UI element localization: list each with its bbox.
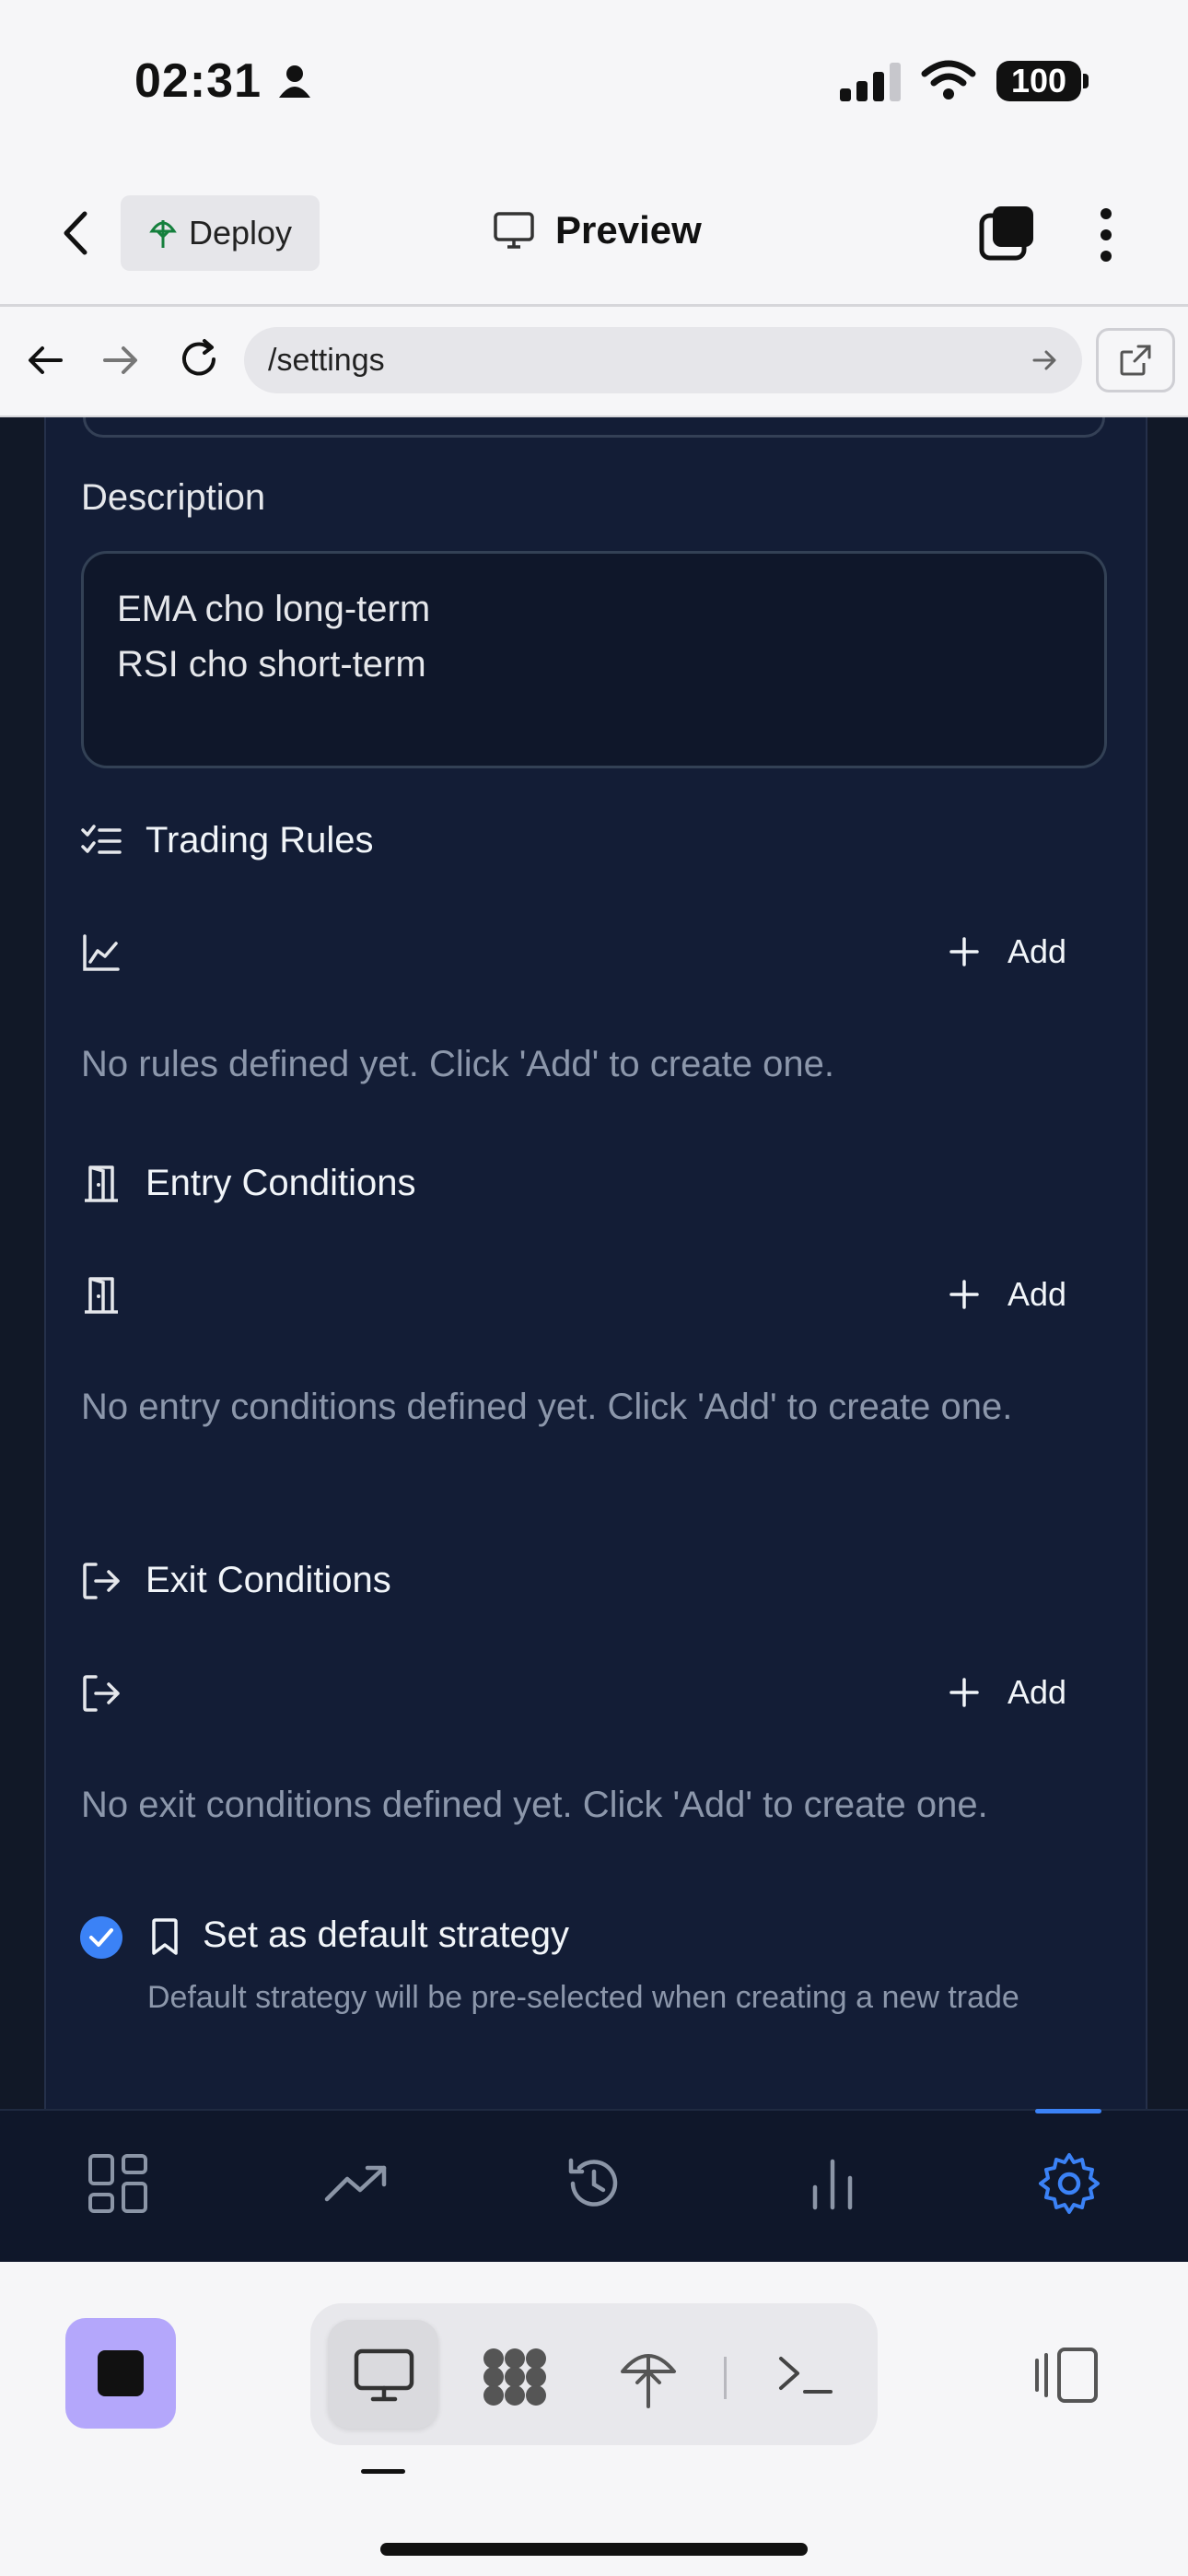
default-strategy-checkbox[interactable] [80, 1916, 122, 1959]
monitor-icon [494, 212, 534, 249]
deploy-label: Deploy [189, 214, 293, 252]
preview-title: Preview [493, 208, 702, 252]
log-out-icon [83, 1562, 120, 1599]
default-strategy-hint: Default strategy will be pre-selected wh… [147, 1980, 1019, 2015]
door-open-icon [85, 1165, 118, 1202]
url-input[interactable]: /settings [244, 327, 1082, 393]
url-text: /settings [268, 342, 385, 378]
add-rule-button[interactable]: Add [949, 932, 1066, 971]
trading-rules-title: Trading Rules [146, 820, 374, 861]
dashboard-icon [88, 2154, 147, 2213]
add-entry-condition-button[interactable]: Add [949, 1275, 1066, 1314]
default-strategy-label[interactable]: Set as default strategy [203, 1914, 569, 1956]
door-open-icon [85, 1277, 118, 1314]
bar-chart-icon [812, 2159, 853, 2210]
stop-icon [98, 2350, 144, 2396]
plus-icon [949, 1678, 979, 1707]
reload-icon[interactable] [177, 337, 221, 381]
battery-nub [1083, 74, 1089, 88]
add-entry-label: Add [1007, 1275, 1067, 1313]
add-rule-label: Add [1007, 932, 1067, 970]
nav-back-icon[interactable] [26, 341, 64, 380]
exit-conditions-title: Exit Conditions [146, 1560, 391, 1600]
desktop-preview-icon[interactable] [353, 2348, 415, 2403]
device-toggle-icon[interactable] [1031, 2346, 1100, 2405]
exit-conditions-heading: Exit Conditions [81, 1560, 391, 1601]
go-arrow-icon[interactable] [1031, 346, 1059, 374]
deploy-button[interactable]: Deploy [121, 195, 320, 271]
description-textarea[interactable]: EMA cho long-term RSI cho short-term [81, 551, 1107, 768]
stop-button[interactable] [65, 2318, 176, 2429]
check-icon [89, 1928, 113, 1947]
battery-indicator: 100 [996, 61, 1081, 101]
trends-tab[interactable] [320, 2147, 393, 2220]
add-exit-label: Add [1007, 1673, 1067, 1711]
tabs-switcher-icon[interactable] [978, 205, 1037, 263]
history-icon [568, 2158, 618, 2207]
terminal-icon[interactable] [777, 2353, 834, 2395]
nav-forward-icon[interactable] [101, 341, 140, 380]
deploy-tool-icon[interactable] [619, 2346, 678, 2410]
active-tab-indicator [1035, 2109, 1101, 2113]
trading-rules-heading: Trading Rules [81, 820, 374, 861]
entry-empty-text: No entry conditions defined yet. Click '… [81, 1387, 1013, 1427]
wifi-icon [921, 60, 976, 100]
plus-icon [949, 1280, 979, 1309]
description-label: Description [81, 477, 266, 518]
entry-conditions-title: Entry Conditions [146, 1163, 416, 1203]
line-chart-icon [83, 934, 120, 971]
active-mode-underline [361, 2469, 405, 2474]
bookmark-icon [152, 1918, 178, 1955]
person-icon [279, 65, 310, 98]
dashboard-tab[interactable] [81, 2147, 155, 2220]
entry-conditions-heading: Entry Conditions [81, 1163, 415, 1204]
log-out-icon [83, 1675, 120, 1712]
previous-field[interactable] [83, 417, 1105, 438]
back-chevron-icon[interactable] [59, 210, 96, 256]
rules-empty-text: No rules defined yet. Click 'Add' to cre… [81, 1044, 834, 1084]
plus-icon [949, 937, 979, 966]
signal-icon [840, 63, 901, 101]
add-exit-condition-button[interactable]: Add [949, 1673, 1066, 1712]
settings-icon [1039, 2153, 1100, 2214]
deploy-icon [149, 220, 177, 248]
status-time: 02:31 [134, 54, 262, 108]
home-indicator [380, 2543, 808, 2556]
exit-empty-text: No exit conditions defined yet. Click 'A… [81, 1785, 988, 1825]
open-external-button[interactable] [1096, 328, 1175, 392]
settings-tab[interactable] [1032, 2147, 1106, 2220]
external-link-icon [1120, 345, 1151, 376]
more-vertical-icon[interactable] [1096, 206, 1116, 263]
analytics-tab[interactable] [796, 2147, 869, 2220]
workflow-icon[interactable] [481, 2346, 549, 2408]
toolbar-divider [724, 2357, 727, 2399]
trending-up-icon [324, 2165, 387, 2202]
list-checks-icon [81, 824, 122, 854]
preview-label: Preview [555, 208, 702, 252]
history-tab[interactable] [557, 2147, 631, 2220]
